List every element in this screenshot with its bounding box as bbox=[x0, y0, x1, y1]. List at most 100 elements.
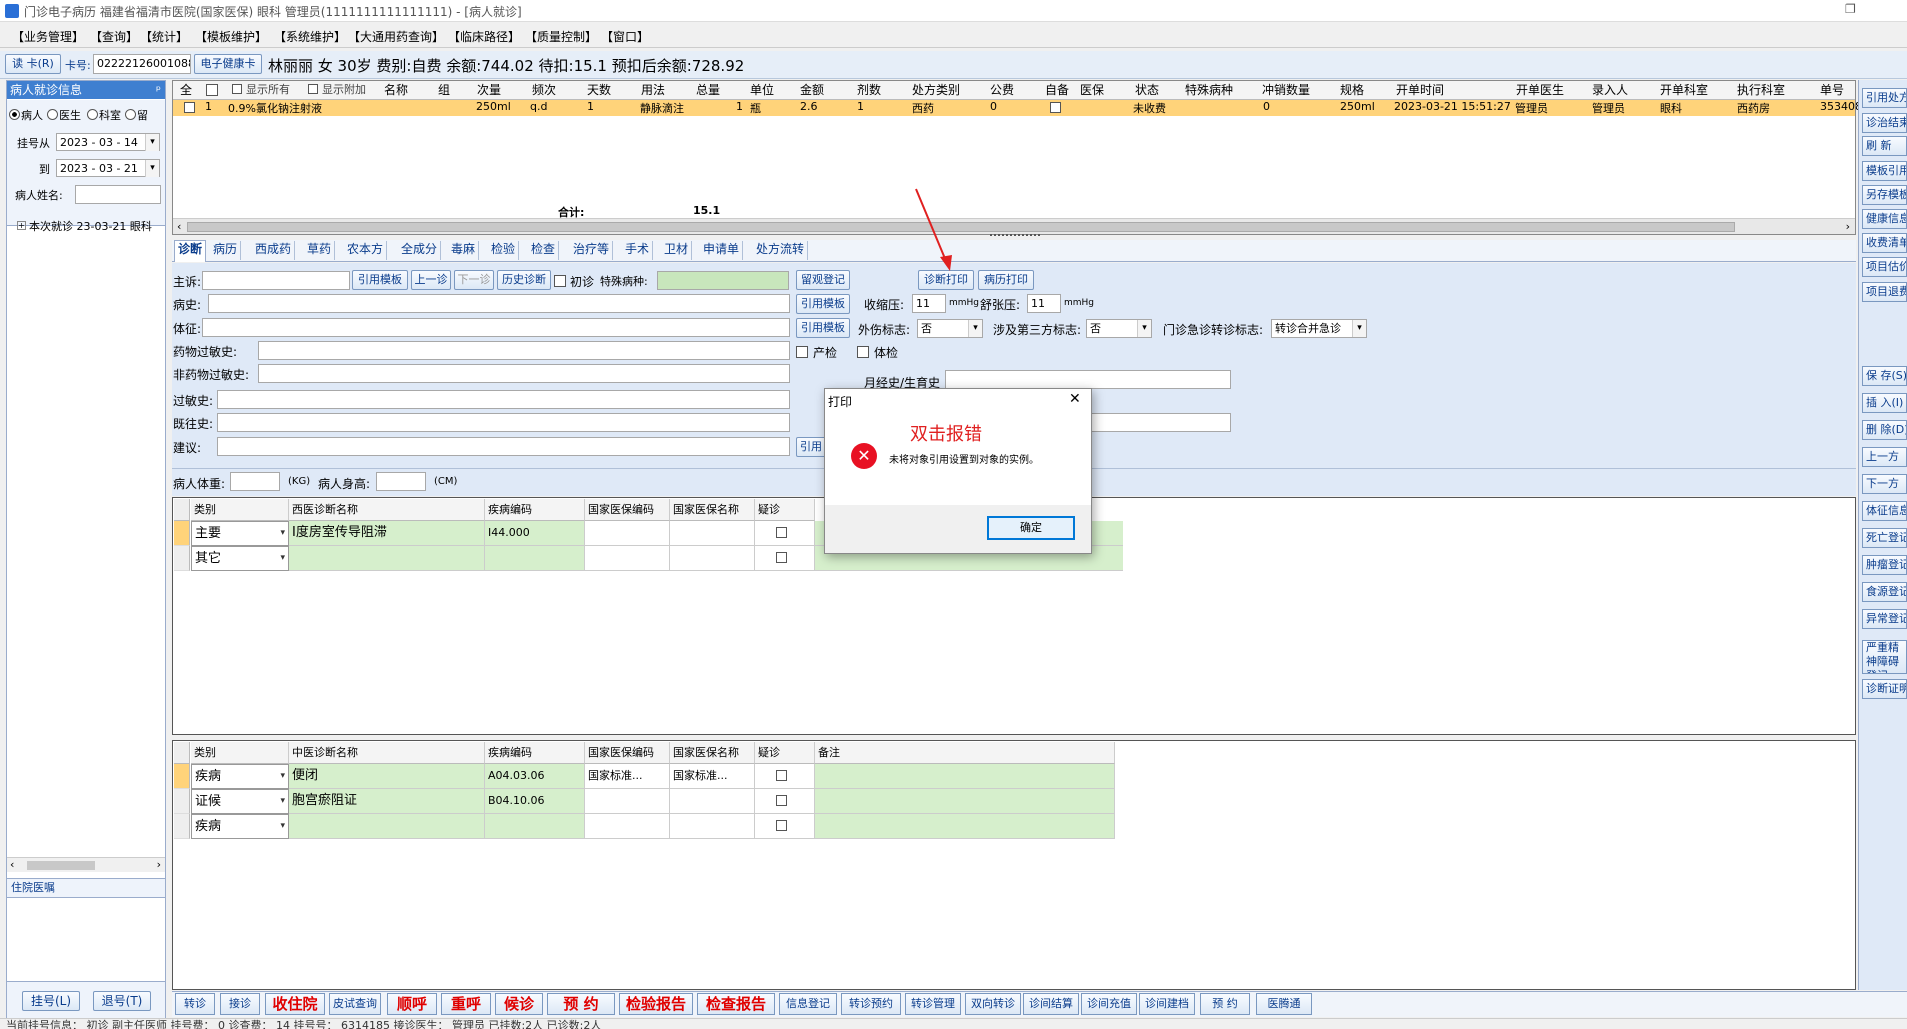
right-button-7[interactable]: 项目估价 bbox=[1862, 257, 1907, 277]
right-button-17[interactable]: 食源登记 bbox=[1862, 582, 1907, 602]
tab-10[interactable]: 手术 bbox=[622, 241, 654, 260]
bottom-button-0[interactable]: 转诊 bbox=[175, 993, 215, 1015]
reg-from-date[interactable]: 2023 - 03 - 14 ▾ bbox=[56, 133, 160, 151]
patient-name-input[interactable] bbox=[75, 185, 161, 204]
tab-0[interactable]: 诊断 bbox=[174, 240, 207, 262]
right-button-9[interactable]: 保 存(S) bbox=[1862, 366, 1907, 386]
chevron-down-icon[interactable]: ▾ bbox=[1137, 320, 1151, 337]
special-disease-input[interactable] bbox=[657, 271, 789, 290]
read-card-button[interactable]: 读 卡(R) bbox=[5, 54, 61, 74]
rx-column-header[interactable]: 次量 bbox=[477, 81, 501, 98]
radio-3-icon[interactable] bbox=[125, 109, 136, 120]
cn_diag-cell-type[interactable]: 疾病 ▾ bbox=[191, 764, 289, 789]
bottom-button-17[interactable]: 预 约 bbox=[1200, 993, 1250, 1015]
rx-column-header[interactable]: 天数 bbox=[587, 81, 611, 98]
west_diag-cell-type[interactable]: 其它 ▾ bbox=[191, 546, 289, 571]
rx-cell-freq[interactable]: q.d bbox=[530, 100, 547, 113]
right-button-4[interactable]: 另存模板 bbox=[1862, 185, 1907, 205]
tab-7[interactable]: 检验 bbox=[488, 241, 520, 260]
radio-2-icon[interactable] bbox=[87, 109, 98, 120]
show-all-checkbox[interactable] bbox=[232, 84, 242, 94]
cn_diag-cell-ins_code[interactable] bbox=[585, 789, 670, 814]
close-icon[interactable]: ✕ bbox=[1069, 391, 1081, 407]
menu-item[interactable]: 【临床路径】 bbox=[448, 28, 520, 45]
right-button-13[interactable]: 下一方 bbox=[1862, 474, 1907, 494]
rx-cell-name[interactable]: 0.9%氯化钠注射液 bbox=[228, 100, 322, 116]
rx-column-header[interactable]: 医保 bbox=[1080, 81, 1104, 98]
rx-cell-entry[interactable]: 管理员 bbox=[1592, 100, 1625, 116]
rx-column-header[interactable]: 全 bbox=[180, 81, 192, 98]
cn_diag-cell-name[interactable] bbox=[289, 814, 485, 839]
west_diag-suspect-checkbox[interactable] bbox=[776, 527, 787, 538]
rx-column-header[interactable]: 用法 bbox=[641, 81, 665, 98]
menu-item[interactable]: 【模板维护】 bbox=[195, 28, 267, 45]
ok-button[interactable]: 确定 bbox=[987, 516, 1075, 540]
right-button-6[interactable]: 收费清单 bbox=[1862, 233, 1907, 253]
rx-column-header[interactable]: 特殊病种 bbox=[1185, 81, 1233, 98]
rx-column-header[interactable]: 组 bbox=[438, 81, 450, 98]
chevron-down-icon[interactable]: ▾ bbox=[1352, 320, 1366, 337]
cn_diag-cell-ins_code[interactable]: 国家标准... bbox=[585, 764, 670, 789]
chevron-down-icon[interactable]: ▾ bbox=[145, 160, 159, 177]
prev-visit-button[interactable]: 上一诊 bbox=[411, 270, 451, 290]
third-party-select[interactable]: 否 ▾ bbox=[1086, 319, 1152, 338]
first-visit-checkbox[interactable] bbox=[554, 275, 566, 287]
height-input[interactable] bbox=[376, 472, 426, 491]
history-diagnosis-button[interactable]: 历史诊断 bbox=[497, 270, 551, 290]
bottom-button-11[interactable]: 转诊预约 bbox=[841, 993, 901, 1015]
injury-flag-select[interactable]: 否 ▾ bbox=[917, 319, 983, 338]
menstrual-input[interactable] bbox=[945, 370, 1231, 389]
row-checkbox[interactable] bbox=[184, 102, 195, 113]
west_diag-cell-code[interactable]: I44.000 bbox=[485, 521, 585, 546]
cite-template-button-4[interactable]: 引用 bbox=[796, 437, 826, 457]
rx-cell-exec_dept[interactable]: 西药房 bbox=[1737, 100, 1770, 116]
bottom-button-5[interactable]: 重呼 bbox=[441, 993, 491, 1015]
rx-cell-category[interactable]: 西药 bbox=[912, 100, 934, 116]
splitter-handle[interactable] bbox=[990, 234, 1040, 239]
right-button-3[interactable]: 模板引用 bbox=[1862, 161, 1907, 181]
rx-column-header[interactable]: 显示附加 bbox=[322, 81, 366, 97]
right-button-11[interactable]: 删 除(D) bbox=[1862, 420, 1907, 440]
cn_diag-suspect-checkbox[interactable] bbox=[776, 820, 787, 831]
cn_diag-cell-note[interactable] bbox=[815, 789, 1115, 814]
rx-column-header[interactable]: 开单时间 bbox=[1396, 81, 1444, 98]
past-history-input[interactable] bbox=[217, 413, 790, 432]
chief-complaint-input[interactable] bbox=[202, 271, 350, 290]
rx-column-header[interactable]: 显示所有 bbox=[246, 81, 290, 97]
tree-expand-icon[interactable]: + bbox=[17, 221, 26, 230]
bottom-button-15[interactable]: 诊间充值 bbox=[1081, 993, 1137, 1015]
bottom-button-12[interactable]: 转诊管理 bbox=[905, 993, 961, 1015]
tab-11[interactable]: 卫材 bbox=[661, 241, 693, 260]
cn_diag-cell-suspect[interactable] bbox=[755, 764, 815, 789]
tab-8[interactable]: 检查 bbox=[528, 241, 560, 260]
rx-column-header[interactable]: 状态 bbox=[1135, 81, 1159, 98]
self-provided-checkbox[interactable] bbox=[1050, 102, 1061, 113]
right-button-16[interactable]: 肿瘤登记 bbox=[1862, 555, 1907, 575]
west_diag-cell-suspect[interactable] bbox=[755, 546, 815, 571]
rx-column-header[interactable]: 自备 bbox=[1045, 81, 1069, 98]
west_diag-cell-ins_name[interactable] bbox=[670, 521, 755, 546]
next-visit-button[interactable]: 下一诊 bbox=[454, 270, 494, 290]
chevron-down-icon[interactable]: ▾ bbox=[280, 815, 285, 838]
rx-column-header[interactable]: 执行科室 bbox=[1737, 81, 1785, 98]
bottom-button-14[interactable]: 诊间结算 bbox=[1023, 993, 1079, 1015]
rx-cell-unit[interactable]: 瓶 bbox=[750, 100, 761, 116]
cn_diag-suspect-checkbox[interactable] bbox=[776, 795, 787, 806]
rx-column-header[interactable]: 单号 bbox=[1820, 81, 1844, 98]
right-button-1[interactable]: 诊治结束 bbox=[1862, 113, 1907, 133]
rx-column-header[interactable]: 开单科室 bbox=[1660, 81, 1708, 98]
tab-6[interactable]: 毒麻 bbox=[448, 241, 480, 260]
tab-13[interactable]: 处方流转 bbox=[753, 241, 809, 260]
rx-column-header[interactable]: 冲销数量 bbox=[1262, 81, 1310, 98]
chevron-left-icon[interactable]: ‹ bbox=[177, 220, 181, 233]
transfer-flag-select[interactable]: 转诊合并急诊 ▾ bbox=[1271, 319, 1367, 338]
menu-item[interactable]: 【质量控制】 bbox=[525, 28, 597, 45]
rx-column-header[interactable]: 开单医生 bbox=[1516, 81, 1564, 98]
cn_diag-cell-code[interactable]: A04.03.06 bbox=[485, 764, 585, 789]
allergy-input[interactable] bbox=[217, 390, 790, 409]
west_diag-cell-type[interactable]: 主要 ▾ bbox=[191, 521, 289, 546]
tab-1[interactable]: 病历 bbox=[210, 241, 242, 260]
record-print-button[interactable]: 病历打印 bbox=[978, 270, 1034, 290]
rx-cell-dept[interactable]: 眼科 bbox=[1660, 100, 1682, 116]
prenatal-checkbox[interactable] bbox=[796, 346, 808, 358]
